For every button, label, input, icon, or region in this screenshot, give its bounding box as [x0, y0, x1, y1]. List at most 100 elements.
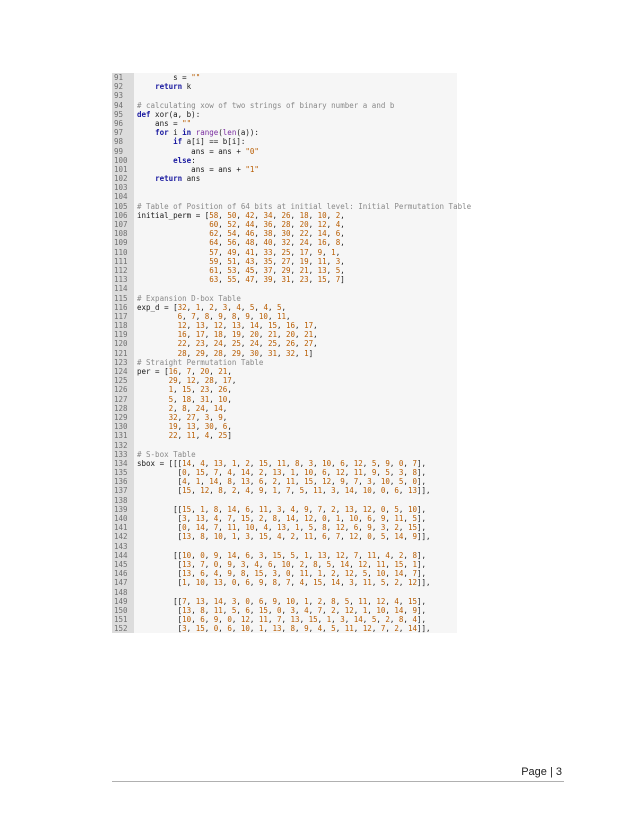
line-number: 150	[112, 605, 134, 616]
code-line: 145 [13, 7, 0, 9, 3, 4, 6, 10, 2, 8, 5, …	[112, 559, 457, 570]
code-line: 136 [4, 1, 14, 8, 13, 6, 2, 11, 15, 12, …	[112, 477, 457, 487]
line-number: 114	[112, 284, 134, 294]
line-number: 141	[112, 523, 134, 533]
code-line: 129 32, 27, 3, 9,	[112, 412, 457, 423]
code-line: 117 6, 7, 8, 9, 8, 9, 10, 11,	[112, 311, 457, 322]
line-number: 97	[112, 128, 134, 138]
line-number: 140	[112, 514, 134, 524]
code-line: 150 [13, 8, 11, 5, 6, 15, 0, 3, 4, 7, 2,…	[112, 605, 457, 616]
code-line: 133 # S-box Table	[112, 449, 457, 459]
code-line: 128 2, 8, 24, 14,	[112, 403, 457, 413]
code-text: 57, 49, 41, 33, 25, 17, 9, 1,	[209, 247, 341, 257]
code-line: 149 [[7, 13, 14, 3, 0, 6, 9, 10, 1, 2, 8…	[112, 596, 457, 606]
code-line: 106 initial_perm = [58, 50, 42, 34, 26, 1…	[112, 210, 457, 220]
line-number: 116	[112, 302, 134, 312]
code-line: 142 [13, 8, 10, 1, 3, 15, 4, 2, 11, 6, 7…	[112, 532, 457, 542]
line-number: 118	[112, 321, 134, 331]
line-number: 127	[112, 394, 134, 404]
code-text: per = [16, 7, 20, 21,	[137, 367, 232, 376]
code-line: 121 28, 29, 28, 29, 30, 31, 32, 1]	[112, 348, 457, 358]
code-line: 125 29, 12, 28, 17,	[112, 376, 457, 386]
code-text: [10, 6, 9, 0, 12, 11, 7, 13, 15, 1, 3, 1…	[137, 615, 426, 625]
code-text: 32, 27, 3, 9,	[168, 412, 228, 422]
code-line: 93	[112, 91, 457, 101]
code-text: 22, 23, 24, 25, 24, 25, 26, 27,	[177, 339, 318, 349]
code-text: return ans	[155, 174, 201, 184]
code-line: 100 else:	[112, 155, 457, 165]
code-line: 148	[112, 587, 457, 597]
line-number: 145	[112, 559, 134, 570]
line-number: 151	[112, 615, 134, 625]
code-line: 147 [1, 10, 13, 0, 6, 9, 8, 7, 4, 15, 14…	[112, 578, 457, 588]
line-number: 135	[112, 468, 134, 478]
code-line: 105 # Table of Position of 64 bits at ini…	[112, 201, 471, 211]
code-line: 139 [[15, 1, 8, 14, 6, 11, 3, 4, 9, 7, 2…	[112, 504, 457, 514]
code-line: 110 57, 49, 41, 33, 25, 17, 9, 1,	[112, 247, 457, 257]
code-line: 131 22, 11, 4, 25]	[112, 431, 457, 441]
code-line: 113 63, 55, 47, 39, 31, 23, 15, 7]	[112, 275, 457, 285]
code-text: [13, 8, 10, 1, 3, 15, 4, 2, 11, 6, 7, 12…	[137, 532, 431, 542]
code-text: [[10, 0, 9, 14, 6, 3, 15, 5, 1, 13, 12, …	[137, 550, 426, 560]
code-text: exp_d = [32, 1, 2, 3, 4, 5, 4, 5,	[137, 302, 287, 312]
line-number: 121	[112, 348, 134, 358]
code-line: 102 return ans	[112, 174, 457, 184]
code-text: # Expansion D-box Table	[137, 293, 241, 303]
line-number: 105	[112, 201, 134, 211]
line-number: 117	[112, 311, 134, 322]
code-text: [3, 15, 0, 6, 10, 1, 13, 8, 9, 4, 5, 11,…	[137, 624, 431, 634]
code-line: 134 sbox = [[[14, 4, 13, 1, 2, 15, 11, 8,…	[112, 458, 457, 469]
code-line: 143	[112, 541, 457, 551]
code-line: 135 [0, 15, 7, 4, 14, 2, 13, 1, 10, 6, 1…	[112, 468, 457, 478]
line-number: 152	[112, 624, 134, 634]
code-text: 63, 55, 47, 39, 31, 23, 15, 7]	[209, 275, 345, 285]
code-text: 12, 13, 12, 13, 14, 15, 16, 17,	[177, 321, 318, 331]
code-text: ans = ans + "0"	[137, 146, 259, 156]
line-number: 96	[112, 118, 134, 129]
line-number: 94	[112, 100, 134, 110]
line-number: 110	[112, 247, 134, 257]
code-line: 97 for i in range(len(a)):	[112, 128, 457, 138]
code-text: ans = ""	[137, 118, 192, 128]
line-number: 112	[112, 265, 134, 276]
code-line: 120 22, 23, 24, 25, 24, 25, 26, 27,	[112, 339, 457, 349]
code-line: 130 19, 13, 30, 6,	[112, 422, 457, 432]
code-text: 64, 56, 48, 40, 32, 24, 16, 8,	[209, 238, 345, 248]
code-line: 144 [[10, 0, 9, 14, 6, 3, 15, 5, 1, 13, …	[112, 550, 457, 560]
line-number: 124	[112, 367, 134, 377]
line-number: 144	[112, 550, 134, 560]
code-text: 61, 53, 45, 37, 29, 21, 13, 5,	[209, 265, 345, 275]
line-number: 133	[112, 449, 134, 459]
code-text: [[15, 1, 8, 14, 6, 11, 3, 4, 9, 7, 2, 13…	[137, 504, 426, 514]
line-number: 111	[112, 256, 134, 266]
code-text: 19, 13, 30, 6,	[168, 422, 232, 432]
line-number: 148	[112, 587, 134, 597]
code-line: 107 60, 52, 44, 36, 28, 20, 12, 4,	[112, 220, 457, 230]
line-number: 123	[112, 357, 134, 367]
code-text: [1, 10, 13, 0, 6, 9, 8, 7, 4, 15, 14, 3,…	[137, 578, 431, 588]
line-number: 147	[112, 578, 134, 588]
line-number: 95	[112, 109, 134, 119]
code-text: else:	[173, 155, 196, 165]
code-text: sbox = [[[14, 4, 13, 1, 2, 15, 11, 8, 3,…	[137, 458, 426, 468]
line-number: 136	[112, 477, 134, 487]
line-number: 120	[112, 339, 134, 349]
line-number: 128	[112, 403, 134, 413]
code-text: # Straight Permutation Table	[137, 357, 264, 367]
code-line: 111 59, 51, 43, 35, 27, 19, 11, 3,	[112, 256, 457, 266]
code-line: 119 16, 17, 18, 19, 20, 21, 20, 21,	[112, 330, 457, 340]
code-line: 92 return k	[112, 82, 457, 92]
code-line: 115 # Expansion D-box Table	[112, 293, 457, 303]
code-line: 138	[112, 495, 457, 505]
line-number: 99	[112, 146, 134, 156]
line-number: 113	[112, 275, 134, 285]
code-text: # calculating xow of two strings of bina…	[137, 100, 395, 110]
line-number: 109	[112, 238, 134, 248]
code-listing: 91 s = "" 92 return k 93 94 # calculating xo…	[112, 73, 471, 634]
code-text: def xor(a, b):	[137, 109, 201, 119]
